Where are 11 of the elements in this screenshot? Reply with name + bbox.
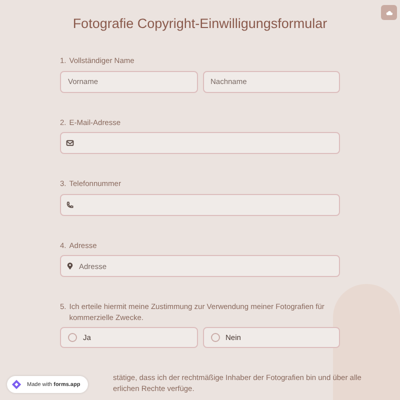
radio-button[interactable] — [210, 333, 220, 342]
cloud-button[interactable] — [381, 5, 397, 20]
form-title: Fotografie Copyright-Einwilligungsformular — [72, 16, 328, 31]
location-pin-icon — [66, 262, 74, 270]
cloud-icon — [386, 10, 392, 16]
email-field[interactable] — [60, 132, 340, 154]
phone-field[interactable] — [60, 194, 340, 216]
phone-icon — [66, 200, 74, 208]
logo-icon — [11, 379, 22, 390]
envelope-icon — [66, 139, 74, 147]
radio-button[interactable] — [68, 333, 77, 342]
